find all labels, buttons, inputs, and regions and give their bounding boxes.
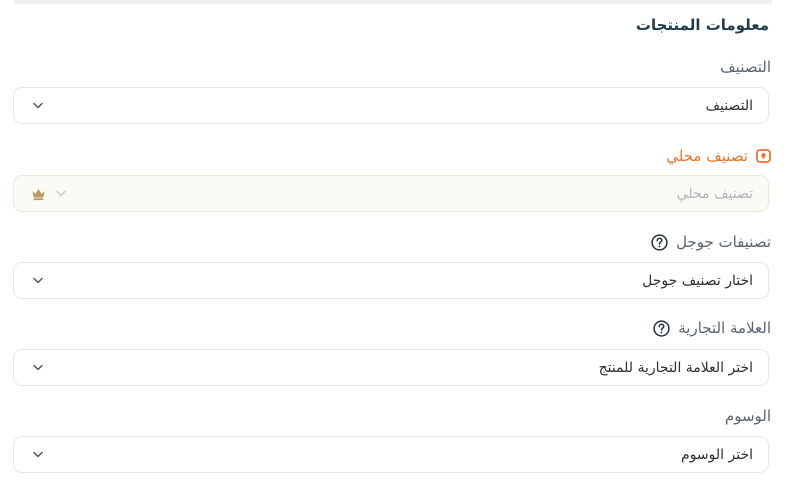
question-circle-icon[interactable] [653,319,670,337]
google-categories-select-value: اختار تصنيف جوجل [642,272,753,289]
brand-select[interactable]: اختر العلامة التجارية للمنتج [13,349,769,386]
top-divider [14,0,772,4]
local-category-placeholder: تصنيف محلي [676,185,753,202]
question-circle-icon[interactable] [651,233,668,251]
chevron-down-icon [33,364,43,371]
local-category-label: تصنيف محلي [666,147,771,165]
local-category-label-text: تصنيف محلي [666,147,748,165]
brand-label-text: العلامة التجارية [678,319,771,337]
google-categories-select[interactable]: اختار تصنيف جوجل [13,262,769,299]
category-label-text: التصنيف [720,58,771,76]
tags-label-text: الوسوم [724,407,771,425]
chevron-down-icon [33,102,43,109]
chevron-down-icon [33,277,43,284]
local-category-select[interactable]: تصنيف محلي [13,175,769,212]
warning-badge-icon [756,149,771,163]
chevron-down-icon [56,190,66,197]
brand-select-value: اختر العلامة التجارية للمنتج [598,359,753,376]
section-title: معلومات المنتجات [635,16,769,34]
google-categories-label-text: تصنيفات جوجل [676,233,771,251]
chevron-down-icon [33,451,43,458]
tags-select-value: اختر الوسوم [681,446,753,463]
brand-label: العلامة التجارية [653,319,771,337]
category-select[interactable]: التصنيف [13,87,769,124]
tags-label: الوسوم [725,407,771,425]
category-label: التصنيف [720,58,771,76]
crown-icon [32,189,45,201]
tags-select[interactable]: اختر الوسوم [13,436,769,473]
google-categories-label: تصنيفات جوجل [651,233,771,251]
category-select-value: التصنيف [705,97,753,114]
